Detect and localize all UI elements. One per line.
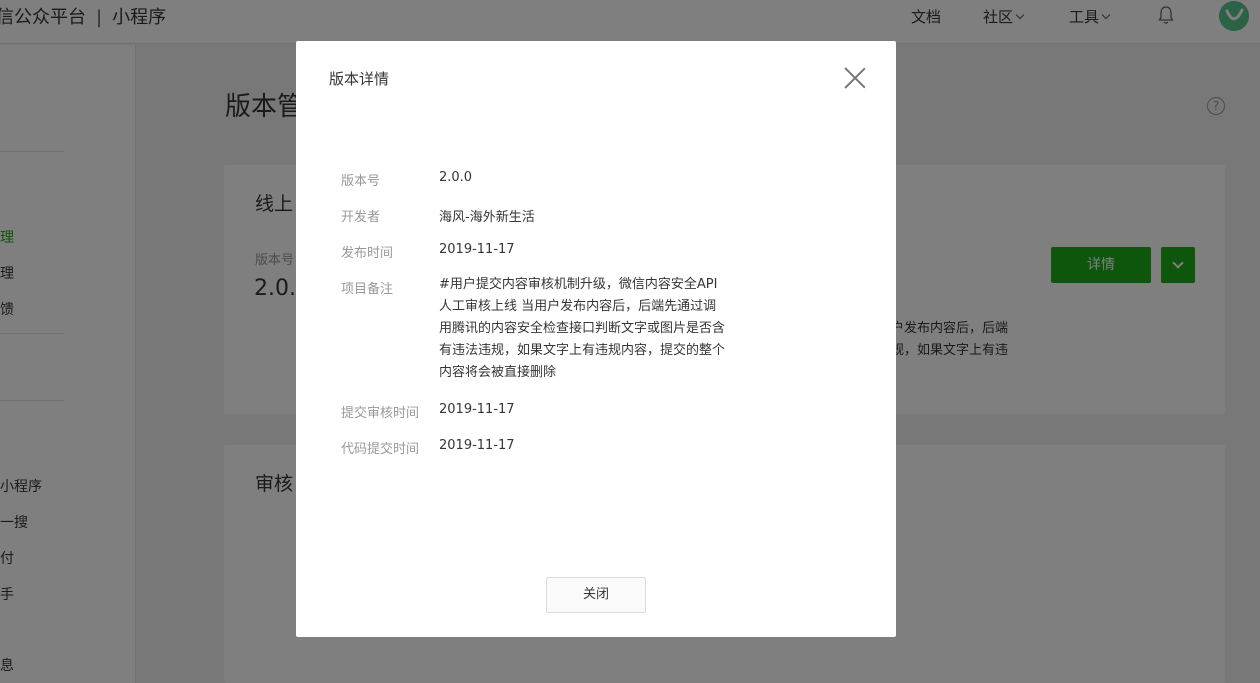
detail-value: 2.0.0 bbox=[439, 170, 473, 185]
detail-value: 2019-11-17 bbox=[439, 438, 515, 453]
detail-label: 开发者 bbox=[341, 210, 381, 225]
detail-label: 版本号 bbox=[341, 174, 381, 189]
detail-label: 项目备注 bbox=[341, 282, 394, 297]
detail-value: 2019-11-17 bbox=[439, 242, 515, 257]
detail-value: 海风-海外新生活 bbox=[439, 210, 535, 225]
detail-label: 发布时间 bbox=[341, 246, 394, 261]
detail-value: 2019-11-17 bbox=[439, 402, 515, 417]
detail-label: 代码提交时间 bbox=[341, 442, 420, 457]
version-detail-dialog: 版本详情 版本号 2.0.0 开发者 海风-海外新生活 发布时间 2019-11… bbox=[296, 41, 896, 637]
detail-label: 提交审核时间 bbox=[341, 406, 420, 421]
detail-value: #用户提交内容审核机制升级，微信内容安全API 人工审核上线 当用户发布内容后，… bbox=[439, 277, 726, 380]
close-button[interactable]: 关闭 bbox=[546, 577, 646, 613]
close-icon[interactable] bbox=[844, 67, 866, 89]
dialog-title: 版本详情 bbox=[329, 70, 390, 88]
